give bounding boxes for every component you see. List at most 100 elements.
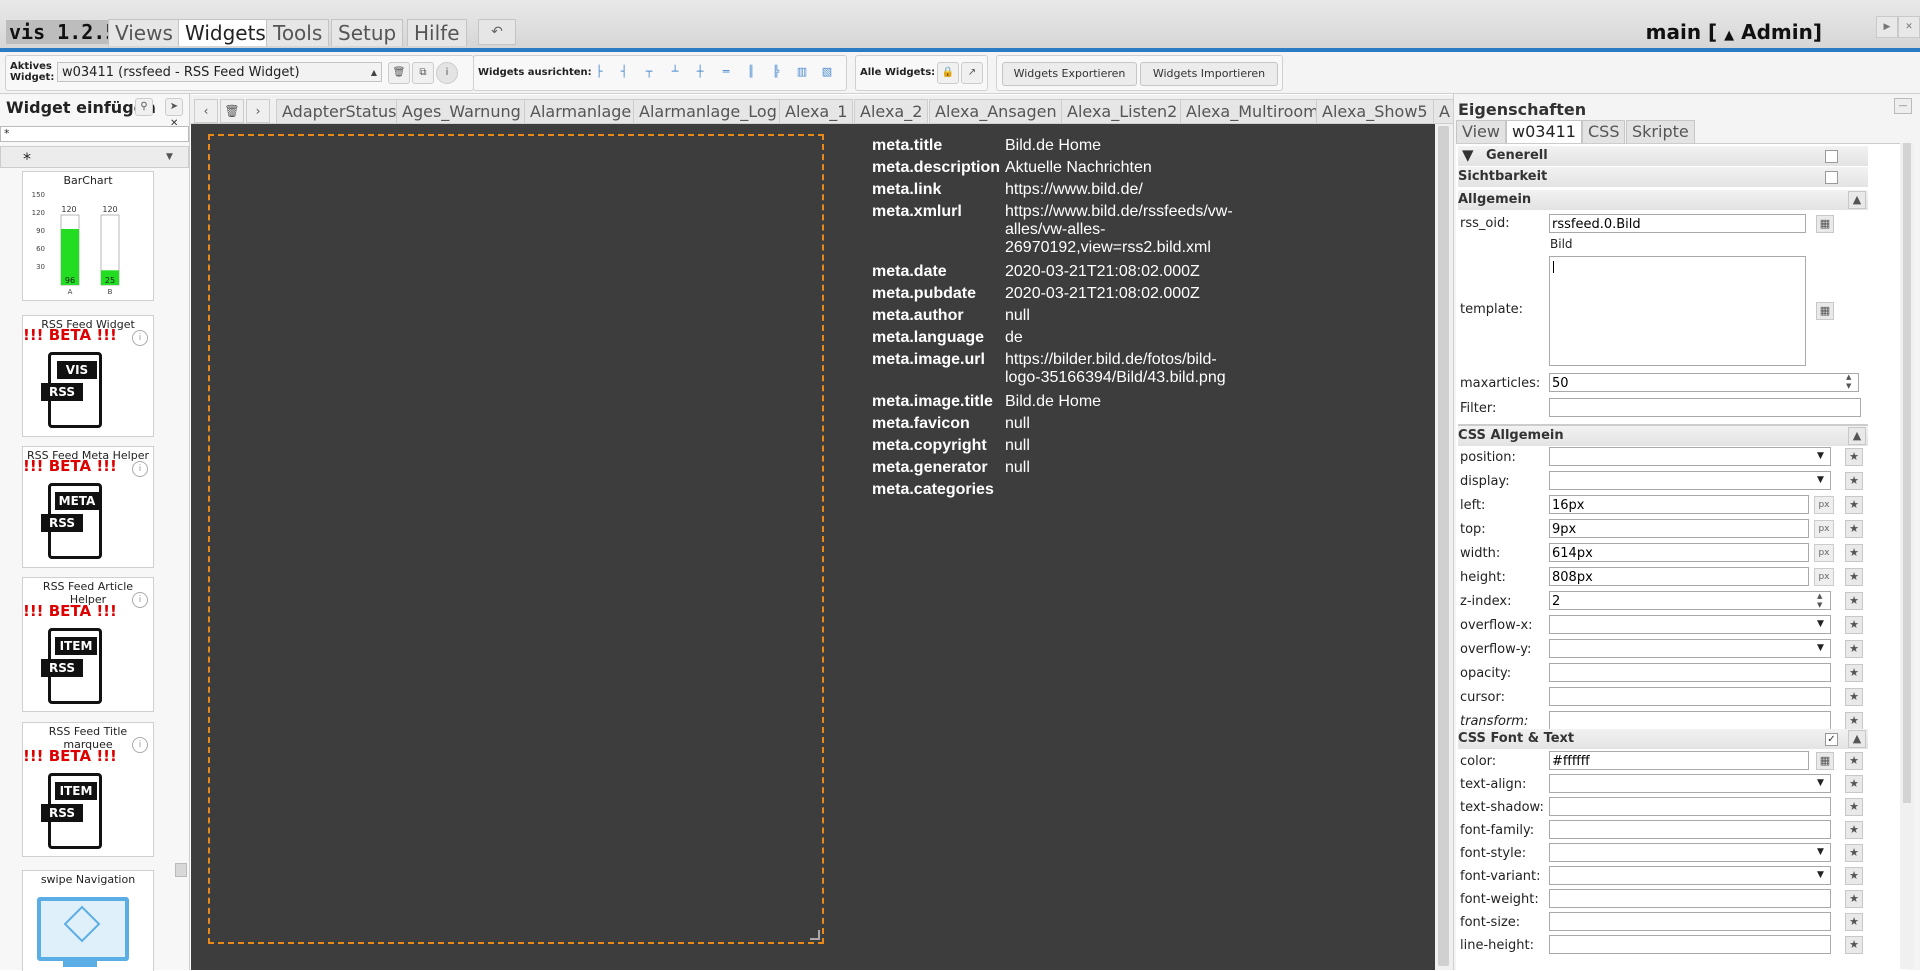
scroll-left-icon[interactable]: ‹ bbox=[194, 99, 218, 123]
star-icon[interactable]: ★ bbox=[1845, 664, 1863, 682]
align-center-horizontal-icon[interactable]: ═ bbox=[717, 63, 735, 81]
unit-button[interactable]: px bbox=[1814, 496, 1834, 514]
widget-card-rss-feed[interactable]: RSS Feed Widget !!! BETA !!! i VIS RSS bbox=[22, 315, 154, 437]
css-prop-input[interactable] bbox=[1549, 889, 1831, 908]
sichtbarkeit-checkbox[interactable] bbox=[1825, 171, 1838, 184]
scrollbar-thumb[interactable] bbox=[1438, 126, 1449, 966]
chevron-down-icon[interactable]: ▼ bbox=[1817, 847, 1824, 857]
play-icon[interactable]: ▶ bbox=[1876, 16, 1898, 38]
tab-alarmanlage-log[interactable]: Alarmanlage_Log bbox=[633, 99, 783, 123]
filter-input[interactable]: * bbox=[0, 126, 189, 142]
star-icon[interactable]: ★ bbox=[1845, 472, 1863, 490]
unit-button[interactable]: px bbox=[1814, 520, 1834, 538]
tab-alexa-listen2[interactable]: Alexa_Listen2 bbox=[1061, 99, 1184, 123]
undo-button[interactable]: ↶ bbox=[478, 19, 516, 45]
copy-icon[interactable]: ⧉ bbox=[412, 62, 434, 84]
css-prop-input[interactable] bbox=[1549, 471, 1831, 490]
star-icon[interactable]: ★ bbox=[1845, 775, 1863, 793]
star-icon[interactable]: ★ bbox=[1845, 616, 1863, 634]
external-link-icon[interactable]: ↗ bbox=[961, 62, 983, 84]
export-widgets-button[interactable]: Widgets Exportieren bbox=[1002, 62, 1137, 86]
star-icon[interactable]: ★ bbox=[1845, 448, 1863, 466]
section-generell[interactable]: ▼ Generell bbox=[1458, 146, 1868, 166]
css-prop-input[interactable] bbox=[1549, 866, 1831, 885]
menu-setup[interactable]: Setup bbox=[331, 19, 404, 46]
edit-template-icon[interactable]: ▦ bbox=[1816, 302, 1834, 320]
align-center-vertical-icon[interactable]: ┼ bbox=[691, 63, 709, 81]
css-prop-input[interactable]: 808px bbox=[1549, 567, 1809, 586]
menu-views[interactable]: Views bbox=[108, 19, 180, 46]
star-icon[interactable]: ★ bbox=[1845, 520, 1863, 538]
section-allgemein[interactable]: Allgemein ▲ bbox=[1458, 190, 1868, 210]
trash-icon[interactable]: 🗑 bbox=[220, 99, 244, 123]
chevron-down-icon[interactable]: ▼ bbox=[1817, 475, 1824, 485]
widget-card-barchart[interactable]: BarChart 150 120 90 60 30 120 120 96 25 … bbox=[22, 171, 154, 301]
star-icon[interactable]: ★ bbox=[1845, 936, 1863, 954]
collapse-section-icon[interactable]: ▲ bbox=[1848, 730, 1866, 748]
template-textarea[interactable] bbox=[1549, 256, 1806, 366]
chevron-down-icon[interactable]: ▼ bbox=[1817, 870, 1824, 880]
star-icon[interactable]: ★ bbox=[1845, 798, 1863, 816]
star-icon[interactable]: ★ bbox=[1845, 496, 1863, 514]
close-icon[interactable]: ✕ bbox=[1898, 16, 1920, 38]
info-icon[interactable]: i bbox=[132, 461, 148, 477]
search-icon[interactable]: ⚲ bbox=[135, 98, 153, 116]
distribute-vertical-icon[interactable]: ╠ bbox=[767, 63, 785, 81]
filter-input[interactable] bbox=[1549, 398, 1861, 417]
canvas-scrollbar[interactable] bbox=[1435, 124, 1453, 970]
section-sichtbarkeit[interactable]: Sichtbarkeit bbox=[1458, 167, 1868, 187]
css-prop-input[interactable] bbox=[1549, 797, 1831, 816]
stepper-icon[interactable]: ▲ ▼ bbox=[1846, 373, 1851, 391]
stepper-icon[interactable]: ▲ ▼ bbox=[1817, 592, 1822, 610]
tab-alarmanlage[interactable]: Alarmanlage bbox=[524, 99, 638, 123]
css-prop-input[interactable] bbox=[1549, 912, 1831, 931]
css-font-checkbox[interactable]: ✓ bbox=[1825, 733, 1838, 746]
css-prop-input[interactable] bbox=[1549, 935, 1831, 954]
css-prop-input[interactable]: 2 bbox=[1549, 591, 1831, 610]
active-widget-select[interactable]: w03411 (rssfeed - RSS Feed Widget) ▲︎ bbox=[57, 62, 382, 82]
widget-card-rss-title-marquee[interactable]: RSS Feed Title marquee !!! BETA !!! i IT… bbox=[22, 722, 154, 857]
star-icon[interactable]: ★ bbox=[1845, 544, 1863, 562]
tab-ages-warnung[interactable]: Ages_Warnung bbox=[396, 99, 527, 123]
star-icon[interactable]: ★ bbox=[1845, 867, 1863, 885]
tab-css[interactable]: CSS bbox=[1582, 120, 1626, 143]
css-prop-input[interactable] bbox=[1549, 687, 1831, 706]
align-bottom-icon[interactable]: ┴ bbox=[666, 63, 684, 81]
unit-button[interactable]: px bbox=[1814, 544, 1834, 562]
menu-tools[interactable]: Tools bbox=[266, 19, 330, 46]
css-prop-input[interactable] bbox=[1549, 843, 1831, 862]
rss-oid-input[interactable]: rssfeed.0.Bild bbox=[1549, 214, 1806, 233]
css-prop-input[interactable] bbox=[1549, 774, 1831, 793]
tab-more[interactable]: A bbox=[1433, 99, 1455, 123]
info-icon[interactable]: i bbox=[436, 62, 458, 84]
generell-checkbox[interactable] bbox=[1825, 150, 1838, 163]
import-widgets-button[interactable]: Widgets Importieren bbox=[1140, 62, 1278, 86]
star-icon[interactable]: ★ bbox=[1845, 821, 1863, 839]
css-prop-input[interactable]: 614px bbox=[1549, 543, 1809, 562]
properties-scrollbar-thumb[interactable] bbox=[1903, 143, 1911, 803]
css-prop-input[interactable] bbox=[1549, 615, 1831, 634]
chevron-down-icon[interactable]: ▼ bbox=[1817, 643, 1824, 653]
maxarticles-input[interactable]: 50 bbox=[1549, 373, 1859, 392]
tab-view[interactable]: View bbox=[1456, 120, 1506, 143]
css-prop-input[interactable] bbox=[1549, 663, 1831, 682]
css-prop-input[interactable]: 9px bbox=[1549, 519, 1809, 538]
star-icon[interactable]: ★ bbox=[1845, 592, 1863, 610]
info-icon[interactable]: i bbox=[132, 330, 148, 346]
unit-button[interactable]: px bbox=[1814, 568, 1834, 586]
css-prop-input[interactable] bbox=[1549, 711, 1831, 730]
tab-alexa-show5[interactable]: Alexa_Show5 bbox=[1316, 99, 1434, 123]
star-icon[interactable]: ★ bbox=[1845, 913, 1863, 931]
view-canvas[interactable]: meta.title Bild.de Home meta.description Ak… bbox=[191, 124, 1435, 970]
collapse-section-icon[interactable]: ▲ bbox=[1848, 427, 1866, 445]
align-top-icon[interactable]: ┬ bbox=[640, 63, 658, 81]
tab-alexa-1[interactable]: Alexa_1 bbox=[779, 99, 854, 123]
info-icon[interactable]: i bbox=[132, 737, 148, 753]
chevron-down-icon[interactable]: ▼ bbox=[1817, 619, 1824, 629]
widget-card-rss-article-helper[interactable]: RSS Feed Article Helper !!! BETA !!! i I… bbox=[22, 577, 154, 712]
lock-icon[interactable]: 🔒 bbox=[937, 62, 959, 84]
color-picker-icon[interactable]: ▦ bbox=[1816, 752, 1834, 770]
distribute-horizontal-icon[interactable]: ║ bbox=[742, 63, 760, 81]
widget-card-swipe-navigation[interactable]: swipe Navigation bbox=[22, 870, 154, 971]
same-height-icon[interactable]: ▧ bbox=[818, 63, 836, 81]
